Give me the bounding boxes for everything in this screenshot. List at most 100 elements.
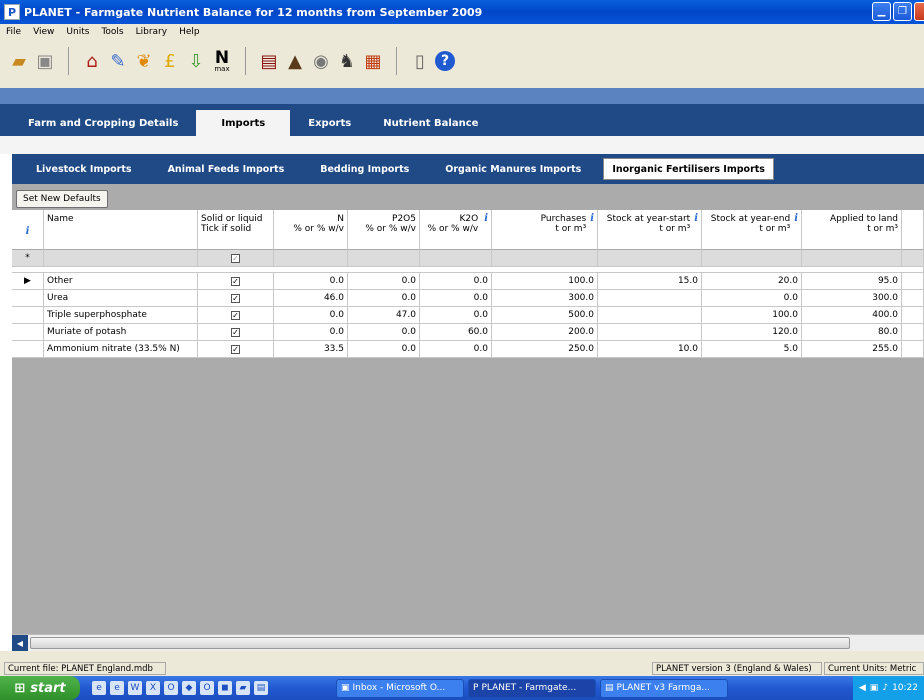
- outlook-icon[interactable]: O: [164, 681, 178, 695]
- cell-name[interactable]: Ammonium nitrate (33.5% N): [44, 341, 198, 358]
- cell-start[interactable]: [598, 324, 702, 341]
- row-selector[interactable]: ▶: [12, 273, 44, 290]
- scrollbar-thumb[interactable]: [30, 637, 850, 649]
- new-row[interactable]: * ✓: [12, 250, 924, 267]
- minimize-button[interactable]: ▁: [872, 2, 891, 21]
- field-checklist-icon[interactable]: ✎: [107, 49, 129, 73]
- cell-applied[interactable]: 80.0: [802, 324, 902, 341]
- start-button[interactable]: ⊞ start: [0, 676, 80, 700]
- tab-imports[interactable]: Imports: [196, 110, 291, 136]
- excel-icon[interactable]: X: [146, 681, 160, 695]
- cell-p[interactable]: 0.0: [348, 290, 420, 307]
- tab-farm-and-cropping[interactable]: Farm and Cropping Details: [14, 110, 192, 136]
- new-row-cell[interactable]: [492, 250, 598, 267]
- cell-p[interactable]: 0.0: [348, 324, 420, 341]
- manure-heap-icon[interactable]: ▲: [284, 49, 306, 73]
- cell-end[interactable]: 20.0: [702, 273, 802, 290]
- row-selector[interactable]: [12, 307, 44, 324]
- tray-arrow-icon[interactable]: ◀: [859, 683, 866, 693]
- cell-end[interactable]: 0.0: [702, 290, 802, 307]
- save-icon[interactable]: ▣: [34, 49, 56, 73]
- cell-start[interactable]: 10.0: [598, 341, 702, 358]
- app-icon[interactable]: ▤: [254, 681, 268, 695]
- cell-applied[interactable]: 400.0: [802, 307, 902, 324]
- cell-purchases[interactable]: 250.0: [492, 341, 598, 358]
- tab-nutrient-balance[interactable]: Nutrient Balance: [369, 110, 492, 136]
- row-selector[interactable]: [12, 341, 44, 358]
- cell-k[interactable]: 60.0: [420, 324, 492, 341]
- new-row-cell[interactable]: [802, 250, 902, 267]
- solid-cell[interactable]: ✓: [198, 290, 274, 307]
- menu-file[interactable]: File: [0, 27, 27, 37]
- new-row-cell[interactable]: [702, 250, 802, 267]
- solid-cell[interactable]: ✓: [198, 307, 274, 324]
- cell-applied[interactable]: 95.0: [802, 273, 902, 290]
- taskbar-task-inbox[interactable]: ▣ Inbox - Microsoft O...: [336, 678, 464, 698]
- volume-icon[interactable]: ♪: [882, 683, 888, 693]
- tab-animal-feeds-imports[interactable]: Animal Feeds Imports: [150, 158, 303, 180]
- cell-start[interactable]: 15.0: [598, 273, 702, 290]
- maximize-button[interactable]: ❐: [893, 2, 912, 21]
- info-icon[interactable]: i: [694, 214, 698, 224]
- cell-name[interactable]: Other: [44, 273, 198, 290]
- menu-library[interactable]: Library: [130, 27, 173, 37]
- menu-view[interactable]: View: [27, 27, 60, 37]
- cell-start[interactable]: [598, 307, 702, 324]
- cell-k[interactable]: 0.0: [420, 290, 492, 307]
- new-row-solid-cell[interactable]: ✓: [198, 250, 274, 267]
- outlook-icon[interactable]: O: [200, 681, 214, 695]
- cell-name[interactable]: Muriate of potash: [44, 324, 198, 341]
- app-icon[interactable]: ◆: [182, 681, 196, 695]
- report-icon[interactable]: ▯: [409, 49, 431, 73]
- tab-livestock-imports[interactable]: Livestock Imports: [18, 158, 150, 180]
- ie-icon[interactable]: e: [92, 681, 106, 695]
- cell-p[interactable]: 0.0: [348, 341, 420, 358]
- scroll-left-arrow[interactable]: ◀: [12, 635, 28, 652]
- cell-k[interactable]: 0.0: [420, 307, 492, 324]
- new-row-name-cell[interactable]: [44, 250, 198, 267]
- info-icon[interactable]: i: [794, 214, 798, 224]
- cell-start[interactable]: [598, 290, 702, 307]
- cow-icon[interactable]: ♞: [336, 49, 358, 73]
- cell-k[interactable]: 0.0: [420, 341, 492, 358]
- cell-n[interactable]: 33.5: [274, 341, 348, 358]
- farm-building-icon[interactable]: ⌂: [81, 49, 103, 73]
- cell-n[interactable]: 0.0: [274, 273, 348, 290]
- import-arrow-icon[interactable]: ⇩: [185, 49, 207, 73]
- cell-p[interactable]: 47.0: [348, 307, 420, 324]
- table-row[interactable]: Triple superphosphate ✓ 0.0 47.0 0.0 500.0 100…: [12, 307, 924, 324]
- gate-icon[interactable]: ▤: [258, 49, 280, 73]
- cell-n[interactable]: 0.0: [274, 324, 348, 341]
- cell-n[interactable]: 46.0: [274, 290, 348, 307]
- horizontal-scrollbar[interactable]: ◀: [12, 634, 924, 652]
- cell-applied[interactable]: 300.0: [802, 290, 902, 307]
- tab-exports[interactable]: Exports: [294, 110, 365, 136]
- folder-icon[interactable]: ▰: [236, 681, 250, 695]
- tab-inorganic-fertilisers-imports[interactable]: Inorganic Fertilisers Imports: [603, 158, 774, 180]
- cell-name[interactable]: Urea: [44, 290, 198, 307]
- cell-end[interactable]: 5.0: [702, 341, 802, 358]
- clock[interactable]: 10:22: [892, 683, 918, 693]
- menu-help[interactable]: Help: [173, 27, 206, 37]
- close-button[interactable]: [914, 2, 924, 21]
- new-row-cell[interactable]: [420, 250, 492, 267]
- checkbox[interactable]: ✓: [231, 253, 240, 263]
- tab-organic-manures-imports[interactable]: Organic Manures Imports: [427, 158, 599, 180]
- crop-icon[interactable]: ❦: [133, 49, 155, 73]
- cell-end[interactable]: 120.0: [702, 324, 802, 341]
- taskbar-task-planet-v3[interactable]: ▤ PLANET v3 Farmga...: [600, 678, 728, 698]
- pound-cost-icon[interactable]: £: [159, 49, 181, 73]
- row-selector[interactable]: [12, 324, 44, 341]
- new-row-cell[interactable]: [348, 250, 420, 267]
- set-new-defaults-button[interactable]: Set New Defaults: [16, 190, 108, 208]
- cell-end[interactable]: 100.0: [702, 307, 802, 324]
- info-icon[interactable]: i: [484, 214, 488, 224]
- cell-p[interactable]: 0.0: [348, 273, 420, 290]
- solid-checkbox[interactable]: ✓: [231, 276, 240, 286]
- open-folder-icon[interactable]: ▰: [8, 49, 30, 73]
- network-icon[interactable]: ▣: [870, 683, 879, 693]
- app-icon[interactable]: ◼: [218, 681, 232, 695]
- new-row-cell[interactable]: [598, 250, 702, 267]
- help-icon[interactable]: ?: [435, 51, 455, 71]
- menu-tools[interactable]: Tools: [95, 27, 129, 37]
